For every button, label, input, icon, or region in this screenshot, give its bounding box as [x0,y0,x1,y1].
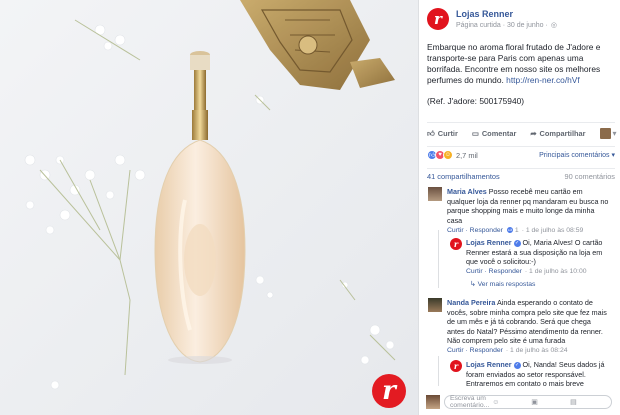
comment-meta: Curtir · Responder · 1 de julho às 08:24 [447,347,610,354]
shares-row: 41 compartilhamentos 90 comentários [427,168,615,181]
wow-reaction-icon: ☺ [443,150,453,160]
renner-logo: r [450,360,462,372]
shares-count[interactable]: 41 compartilhamentos [427,172,500,181]
page-reply-avatar[interactable]: r [450,238,462,250]
emoji-icon[interactable]: ☺ [492,399,528,406]
thumbs-up-icon: 👍︎ [427,129,435,138]
reply-content: Lojas Renner ✓ Oi, Nanda! Seus dados já … [466,360,612,388]
page-name-link[interactable]: Lojas Renner [456,9,557,19]
comments-count[interactable]: 90 comentários [564,172,615,181]
globe-icon: ◎ [550,22,557,29]
reply-actions[interactable]: Curtir · Responder [466,268,522,275]
comment-actions[interactable]: Curtir · Responder [447,227,503,234]
camera-icon[interactable]: ▣ [531,398,567,406]
eiffel-tower-ornament [240,0,395,90]
page-reply-avatar[interactable]: r [450,360,462,372]
perfume-bottle [154,51,246,364]
comment-time[interactable]: · 1 de julho às 08:24 [506,347,568,354]
verified-icon: ✓ [513,239,521,247]
more-responses-link[interactable]: ↳ Ver mais respostas [470,280,535,288]
user-avatar [599,128,611,139]
comment-likes: 1 [514,226,519,234]
reply-item: r Lojas Renner ✓ Oi, Maria Alves! O cart… [450,238,612,275]
post-ref: (Ref. J'adore: 500175940) [427,96,525,106]
renner-logo: r [450,238,462,250]
commenter-avatar[interactable] [428,187,442,201]
post-date-text: Página curtida · 30 de junho · [456,21,548,29]
thread-line [438,356,439,386]
post-text: Embarque no aroma floral frutado de J'ad… [427,42,615,86]
chevron-down-icon: ▾ [612,129,617,138]
page-avatar[interactable]: r [427,8,449,30]
reply-content: Lojas Renner ✓ Oi, Maria Alves! O cartão… [466,238,612,267]
comment-time[interactable]: · 1 de julho às 08:59 [522,227,584,234]
post-as-selector[interactable]: ▾ [599,128,617,139]
comment-input-placeholder: Escreva um comentário... [450,395,490,409]
comment-actions[interactable]: Curtir · Responder [447,347,503,354]
reply-item: r Lojas Renner ✓ Oi, Nanda! Seus dados j… [450,360,612,388]
current-user-avatar [426,395,440,409]
thread-line [438,230,439,288]
reply-page-name[interactable]: Lojas Renner [466,238,512,247]
top-comments-dropdown[interactable]: Principais comentários ▾ [539,151,615,159]
gif-icon[interactable]: ▤ [570,398,606,406]
reactions-count: 2,7 mil [456,150,478,160]
comment-button[interactable]: ▭ Comentar [472,129,516,138]
renner-watermark-logo: r [372,374,406,408]
share-label: Compartilhar [539,129,586,138]
reply-page-name[interactable]: Lojas Renner [466,360,512,369]
post-photo[interactable]: r [0,0,418,415]
reactions-bar[interactable]: 👍︎ ♥ ☺ 2,7 mil Principais comentários ▾ [427,146,615,160]
share-button[interactable]: ➦ Compartilhar [530,129,585,138]
like-label: Curtir [437,129,458,138]
comment-label: Comentar [481,129,517,138]
post-actions: 👍︎ Curtir ▭ Comentar ➦ Compartilhar ▾ [427,122,617,140]
like-button[interactable]: 👍︎ Curtir [427,129,458,138]
comment-item: Maria Alves Posso recebê meu cartão em q… [428,187,610,235]
perfume-illustration [24,0,396,390]
commenter-avatar[interactable] [428,298,442,312]
commenter-name[interactable]: Maria Alves [447,187,487,196]
share-icon: ➦ [530,129,537,138]
reply-time[interactable]: · 1 de julho às 10:00 [525,268,587,275]
post-link[interactable]: http://ren-ner.co/hVf [506,75,580,85]
commenter-name[interactable]: Nanda Pereira [447,298,495,307]
write-comment-row: Escreva um comentário... ☺ ▣ ▤ [426,394,612,410]
reply-meta: Curtir · Responder · 1 de julho às 10:00 [466,268,612,275]
comment-meta: Curtir · Responder 👍︎ 1 · 1 de julho às … [447,226,610,235]
comment-content: Nanda Pereira Ainda esperando o contato … [447,298,610,346]
comment-icon: ▭ [471,129,479,138]
verified-icon: ✓ [513,361,521,369]
post-date[interactable]: Página curtida · 30 de junho · ◎ [456,21,557,30]
post-header: r Lojas Renner Página curtida · 30 de ju… [427,8,557,30]
comment-input[interactable]: Escreva um comentário... ☺ ▣ ▤ [444,395,612,409]
comment-content: Maria Alves Posso recebê meu cartão em q… [447,187,610,225]
comment-item: Nanda Pereira Ainda esperando o contato … [428,298,610,354]
like-reaction-icon: 👍︎ [505,226,514,235]
